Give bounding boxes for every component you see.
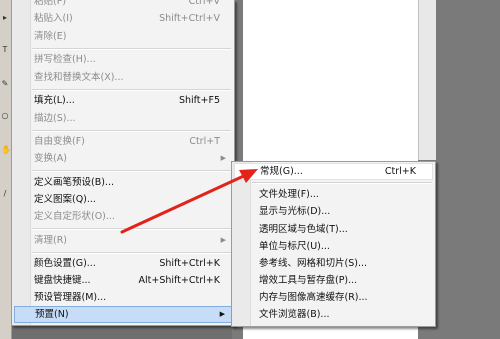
menu-item-preset-manager[interactable]: 预设管理器(M)...	[31, 290, 232, 305]
menu-item-label: 单位与标尺(U)...	[259, 241, 330, 252]
menu-item-shortcut: Shift+F5	[178, 95, 220, 106]
menu-item-label: 增效工具与暂存盘(P)...	[259, 275, 358, 286]
pen-tool-icon[interactable]: ✎	[1, 80, 9, 88]
menu-icon-gutter	[232, 162, 251, 326]
menu-item-label: 定义图案(Q)...	[34, 194, 96, 205]
menu-icon-gutter	[12, 0, 31, 325]
menu-item-keyboard-shortcuts[interactable]: 键盘快捷键... Alt+Shift+Ctrl+K	[31, 273, 232, 288]
menu-item-label: 颜色设置(G)...	[34, 258, 96, 269]
menu-item-label: 透明区域与色域(T)...	[259, 224, 348, 235]
menu-item-label: 粘贴(P)	[34, 0, 67, 7]
menu-item-label: 内存与图像高速缓存(R)...	[259, 292, 368, 303]
menu-item-stroke[interactable]: 描边(S)...	[31, 111, 232, 126]
hand-tool-icon[interactable]: ✋	[1, 146, 11, 154]
vertical-scrollbar[interactable]	[418, 0, 436, 160]
menu-item-label: 清除(E)	[34, 31, 67, 42]
submenu-item-memory-cache[interactable]: 内存与图像高速缓存(R)...	[251, 290, 433, 305]
submenu-arrow-icon: ▶	[220, 154, 226, 162]
menu-item-preferences[interactable]: 预置(N) ▶	[14, 306, 232, 323]
submenu-arrow-icon: ▶	[219, 310, 225, 318]
menu-item-free-transform[interactable]: 自由变换(F) Ctrl+T	[31, 134, 232, 149]
menu-item-label: 拼写检查(H)...	[34, 54, 96, 65]
menu-item-label: 查找和替换文本(X)...	[34, 72, 124, 83]
edit-menu: 粘贴(P) Ctrl+V 粘贴入(I) Shift+Ctrl+V 清除(E) 拼…	[11, 0, 235, 326]
eyedropper-tool-icon[interactable]: /	[1, 190, 9, 198]
menu-item-label: 变换(A)	[34, 153, 67, 164]
menu-item-label: 键盘快捷键...	[34, 275, 91, 286]
menu-item-color-settings[interactable]: 颜色设置(G)... Shift+Ctrl+K	[31, 256, 232, 271]
menu-separator	[252, 182, 432, 184]
menu-separator	[32, 89, 231, 91]
menu-item-label: 文件浏览器(B)...	[259, 309, 330, 320]
menu-item-label: 自由变换(F)	[34, 136, 85, 147]
menu-item-label: 参考线、网格和切片(S)...	[259, 258, 368, 269]
submenu-item-transparency-gamut[interactable]: 透明区域与色域(T)...	[251, 222, 433, 237]
menu-item-spell-check[interactable]: 拼写检查(H)...	[31, 52, 232, 67]
menu-separator	[32, 170, 231, 172]
menu-item-shortcut: Ctrl+V	[188, 0, 220, 7]
menu-separator	[32, 252, 231, 254]
submenu-arrow-icon: ▶	[220, 236, 226, 244]
menu-item-label: 定义画笔预设(B)...	[34, 177, 114, 188]
menu-item-shortcut: Shift+Ctrl+V	[159, 13, 220, 24]
menu-item-shortcut: Alt+Shift+Ctrl+K	[138, 275, 220, 286]
menu-item-label: 文件处理(F)...	[259, 189, 319, 200]
type-tool-icon[interactable]: T	[1, 46, 9, 54]
menu-item-label: 常规(G)...	[260, 166, 303, 177]
menu-item-define-pattern[interactable]: 定义图案(Q)...	[31, 192, 232, 207]
menu-separator	[32, 48, 231, 50]
menu-item-paste-into[interactable]: 粘贴入(I) Shift+Ctrl+V	[31, 11, 232, 26]
menu-item-define-brush[interactable]: 定义画笔预设(B)...	[31, 175, 232, 190]
preferences-submenu: 常规(G)... Ctrl+K 文件处理(F)... 显示与光标(D)... 透…	[231, 161, 436, 327]
menu-item-label: 粘贴入(I)	[34, 13, 73, 24]
menu-item-label: 定义自定形状(O)...	[34, 211, 115, 222]
menu-item-define-custom-shape[interactable]: 定义自定形状(O)...	[31, 209, 232, 224]
menu-item-label: 填充(L)...	[34, 95, 75, 106]
menu-item-label: 预置(N)	[35, 309, 69, 320]
menu-item-shortcut: Ctrl+T	[189, 136, 220, 147]
menu-item-label: 描边(S)...	[34, 113, 76, 124]
menu-item-purge[interactable]: 清理(R) ▶	[31, 233, 232, 248]
move-tool-icon[interactable]: ▸	[1, 14, 9, 22]
submenu-item-display-cursors[interactable]: 显示与光标(D)...	[251, 204, 433, 219]
submenu-item-units-rulers[interactable]: 单位与标尺(U)...	[251, 239, 433, 254]
zoom-tool-icon[interactable]: ○	[1, 112, 9, 120]
menu-item-fill[interactable]: 填充(L)... Shift+F5	[31, 93, 232, 108]
menu-item-shortcut: Ctrl+K	[384, 166, 416, 177]
submenu-item-general[interactable]: 常规(G)... Ctrl+K	[234, 163, 433, 180]
submenu-item-plugins-scratch-disks[interactable]: 增效工具与暂存盘(P)...	[251, 273, 433, 288]
menu-item-shortcut: Shift+Ctrl+K	[159, 258, 220, 269]
submenu-item-file-handling[interactable]: 文件处理(F)...	[251, 187, 433, 202]
submenu-item-guides-grid-slices[interactable]: 参考线、网格和切片(S)...	[251, 256, 433, 271]
menu-item-paste[interactable]: 粘贴(P) Ctrl+V	[31, 0, 232, 9]
menu-item-transform[interactable]: 变换(A) ▶	[31, 151, 232, 166]
menu-separator	[32, 228, 231, 230]
submenu-item-file-browser[interactable]: 文件浏览器(B)...	[251, 307, 433, 322]
menu-item-label: 显示与光标(D)...	[259, 206, 331, 217]
menu-item-find-replace[interactable]: 查找和替换文本(X)...	[31, 70, 232, 85]
menu-item-label: 预设管理器(M)...	[34, 292, 107, 303]
menu-item-label: 清理(R)	[34, 235, 68, 246]
menu-item-clear[interactable]: 清除(E)	[31, 29, 232, 44]
menu-separator	[32, 130, 231, 132]
